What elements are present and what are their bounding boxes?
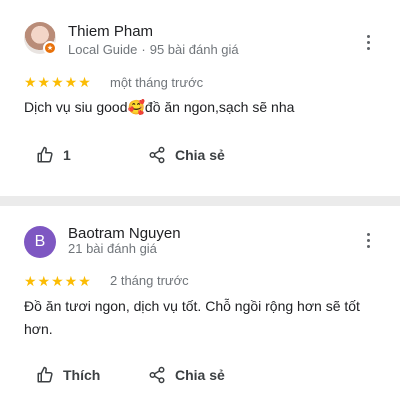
share-button[interactable]: Chia sẻ [148,146,225,164]
avatar-letter: B [24,226,56,258]
reviewer-role: Local Guide [68,42,138,57]
more-options-icon[interactable] [360,32,376,52]
share-icon [149,146,165,164]
share-button[interactable]: Chia sẻ [148,366,225,384]
review-text: Đồ ăn tươi ngon, dịch vụ tốt. Chỗ ngồi r… [24,298,360,337]
like-label: Thích [63,367,101,383]
reviewer-name[interactable]: Baotram Nguyen [68,225,181,242]
review-divider [0,196,400,206]
review-count: 95 bài đánh giá [149,42,239,57]
more-options-icon[interactable] [360,230,376,250]
share-label: Chia sẻ [175,147,225,163]
avatar[interactable]: B [24,226,56,258]
thumbs-up-icon [37,366,53,383]
star-rating: ★★★★★ [24,273,92,289]
like-label: 1 [63,147,71,163]
reviewer-meta: Local Guide · 95 bài đánh giá [68,42,239,57]
review-card: ★ Thiem Pham Local Guide · 95 bài đánh giá… [0,0,400,196]
review-time: 2 tháng trước [110,273,189,288]
thumbs-up-icon [37,146,53,163]
star-rating: ★★★★★ [24,74,92,90]
review-card: B Baotram Nguyen 21 bài đánh giá ★★★★★ 2… [0,206,400,406]
reviewer-name[interactable]: Thiem Pham [68,23,153,40]
share-label: Chia sẻ [175,367,225,383]
review-text: Dịch vụ siu good🥰đồ ăn ngon,sạch sẽ nha [24,99,295,115]
review-count: 21 bài đánh giá [68,241,157,256]
share-icon [149,366,165,384]
review-time: một tháng trước [110,75,204,90]
like-button[interactable]: Thích [36,366,100,384]
like-button[interactable]: 1 [36,146,71,164]
separator-dot: · [141,42,146,57]
local-guide-badge-icon: ★ [43,41,57,55]
